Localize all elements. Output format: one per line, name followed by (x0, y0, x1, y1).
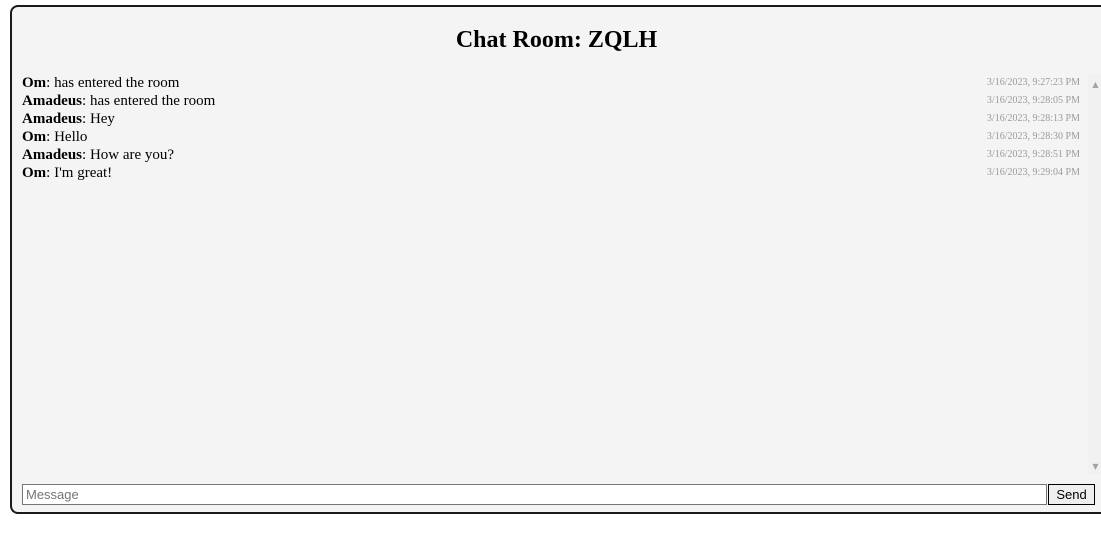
message-timestamp: 3/16/2023, 9:28:30 PM (986, 131, 1079, 142)
message-author: Om (22, 129, 47, 145)
message-row: Om: has entered the room 3/16/2023, 9:27… (22, 74, 1079, 92)
message-text: Hello (50, 129, 88, 145)
scroll-up-arrow-icon[interactable]: ▲ (1088, 77, 1101, 92)
message-author: Om (22, 165, 47, 181)
message-composer: Send (22, 484, 1097, 506)
message-text: I'm great! (50, 165, 113, 181)
message-text: has entered the room (86, 93, 216, 109)
message-timestamp: 3/16/2023, 9:28:51 PM (986, 149, 1079, 160)
message-list-scrollbar[interactable]: ▲ ▼ (1088, 74, 1101, 474)
message-text: has entered the room (50, 75, 180, 91)
message-author: Amadeus (22, 147, 83, 163)
message-text: Hey (86, 111, 115, 127)
message-author: Amadeus (22, 111, 83, 127)
message-row: Amadeus: has entered the room 3/16/2023,… (22, 92, 1079, 110)
chat-room-panel: Chat Room: ZQLH Om: has entered the room… (10, 5, 1101, 514)
message-row: Om: I'm great! 3/16/2023, 9:29:04 PM (22, 164, 1079, 182)
chat-room-title: Chat Room: ZQLH (455, 27, 658, 53)
message-author: Amadeus (22, 93, 83, 109)
message-row: Om: Hello 3/16/2023, 9:28:30 PM (22, 128, 1079, 146)
message-input[interactable] (22, 484, 1047, 505)
scroll-down-arrow-icon[interactable]: ▼ (1088, 459, 1101, 474)
message-row: Amadeus: How are you? 3/16/2023, 9:28:51… (22, 146, 1079, 164)
message-timestamp: 3/16/2023, 9:28:13 PM (986, 113, 1079, 124)
message-timestamp: 3/16/2023, 9:27:23 PM (986, 77, 1079, 88)
message-author: Om (22, 75, 47, 91)
message-row: Amadeus: Hey 3/16/2023, 9:28:13 PM (22, 110, 1079, 128)
message-list[interactable]: Om: has entered the room 3/16/2023, 9:27… (22, 74, 1079, 474)
send-button[interactable]: Send (1048, 484, 1095, 505)
message-timestamp: 3/16/2023, 9:29:04 PM (986, 167, 1079, 178)
message-text: How are you? (86, 147, 175, 163)
message-timestamp: 3/16/2023, 9:28:05 PM (986, 95, 1079, 106)
